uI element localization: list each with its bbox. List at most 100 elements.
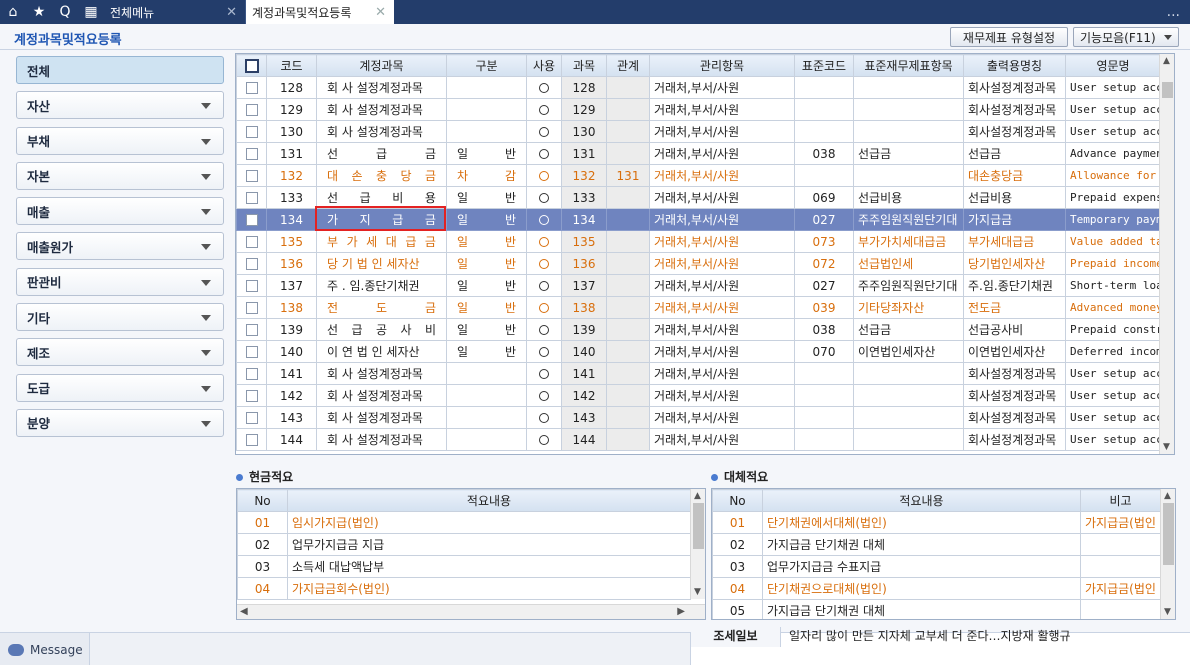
row-checkbox-cell[interactable] [236,384,267,407]
account-cell[interactable]: 선급금 [316,142,447,165]
row-checkbox[interactable] [245,236,258,248]
std-item-cell[interactable] [853,76,964,99]
menu-grid-icon[interactable]: ▦ [78,0,104,24]
code-cell[interactable]: 135 [266,230,317,253]
std-code-cell[interactable]: 069 [794,186,854,209]
table-row[interactable]: 139 선 급 공 사 비 일 반 139 거래처,부서/사원 038 선급금 선급공사비 Prepaid… [236,318,1161,341]
row-checkbox[interactable] [245,170,258,182]
memo-text[interactable]: 단기채권에서대체(법인) [762,511,1081,534]
english-name-cell[interactable]: Value added tax [1065,230,1161,253]
account-cell[interactable]: 당 기 법 인 세자산 [316,252,447,275]
std-code-cell[interactable]: 070 [794,340,854,363]
relation-cell[interactable] [606,406,650,429]
relation-cell[interactable] [606,230,650,253]
use-cell[interactable] [526,208,562,231]
print-name-cell[interactable]: 가지급금 [963,208,1066,231]
list-item[interactable]: 04 단기채권으로대체(법인) 가지급금(법인 [712,577,1161,600]
print-name-cell[interactable]: 부가세대급금 [963,230,1066,253]
code-cell[interactable]: 140 [266,340,317,363]
memo-note[interactable]: 가지급금(법인 [1080,577,1161,600]
memo-text[interactable]: 업무가지급금 지급 [287,533,691,556]
use-cell[interactable] [526,186,562,209]
memo-note[interactable] [1080,599,1161,619]
column-header[interactable]: 적요내용 [287,489,691,512]
more-icon[interactable]: ... [1157,0,1190,24]
use-cell[interactable] [526,274,562,297]
management-cell[interactable]: 거래처,부서/사원 [649,230,795,253]
std-code-cell[interactable]: 072 [794,252,854,275]
account-cell[interactable]: 이 연 법 인 세자산 [316,340,447,363]
print-name-cell[interactable]: 대손충당금 [963,164,1066,187]
management-cell[interactable]: 거래처,부서/사원 [649,406,795,429]
code-cell[interactable]: 131 [266,142,317,165]
english-name-cell[interactable]: Allowance for d [1065,164,1161,187]
select-all-header[interactable] [236,54,267,77]
use-cell[interactable] [526,428,562,451]
select-all-checkbox[interactable] [244,58,259,73]
row-checkbox-cell[interactable] [236,406,267,429]
list-item[interactable]: 01 단기채권에서대체(법인) 가지급금(법인 [712,511,1161,534]
scroll-up-icon[interactable]: ▲ [1164,491,1171,501]
code-cell[interactable]: 134 [266,208,317,231]
scroll-up-icon[interactable]: ▲ [694,491,701,501]
code-cell[interactable]: 133 [266,186,317,209]
use-cell[interactable] [526,384,562,407]
subject-cell[interactable]: 131 [561,142,607,165]
std-code-cell[interactable]: 038 [794,142,854,165]
row-checkbox[interactable] [245,104,258,116]
relation-cell[interactable] [606,362,650,385]
std-code-cell[interactable] [794,98,854,121]
management-cell[interactable]: 거래처,부서/사원 [649,384,795,407]
relation-cell[interactable] [606,76,650,99]
print-name-cell[interactable]: 당기법인세자산 [963,252,1066,275]
memo-text[interactable]: 가지급금 단기채권 대체 [762,533,1081,556]
std-item-cell[interactable] [853,384,964,407]
code-cell[interactable]: 129 [266,98,317,121]
english-name-cell[interactable]: Temporary payme [1065,208,1161,231]
code-cell[interactable]: 138 [266,296,317,319]
type-cell[interactable]: 차감 [446,164,527,187]
row-checkbox[interactable] [245,280,258,292]
column-header[interactable]: 계정과목 [316,54,447,77]
relation-cell[interactable] [606,142,650,165]
code-cell[interactable]: 137 [266,274,317,297]
account-cell[interactable]: 전도금 [316,296,447,319]
table-row[interactable]: 138 전 도 금 일 반 138 거래처,부서/사원 039 기타당좌자산 전도금 Advanced… [236,296,1161,319]
std-code-cell[interactable] [794,76,854,99]
scroll-right-icon[interactable]: ▶ [677,606,685,617]
table-row[interactable]: 131 선 급 금 일 반 131 거래처,부서/사원 038 선급금 선급금 Advance pay… [236,142,1161,165]
account-cell[interactable]: 회 사 설정계정과목 [316,428,447,451]
column-header[interactable]: 사용 [526,54,562,77]
subject-cell[interactable]: 132 [561,164,607,187]
relation-cell[interactable] [606,252,650,275]
print-name-cell[interactable]: 회사설정계정과목 [963,362,1066,385]
row-checkbox[interactable] [245,214,258,226]
std-item-cell[interactable]: 기타당좌자산 [853,296,964,319]
row-checkbox[interactable] [245,82,258,94]
subject-cell[interactable]: 137 [561,274,607,297]
management-cell[interactable]: 거래처,부서/사원 [649,76,795,99]
type-cell[interactable]: 일반 [446,252,527,275]
relation-cell[interactable]: 131 [606,164,650,187]
sidebar-item[interactable]: 매출원가 [16,232,224,261]
print-name-cell[interactable]: 선급공사비 [963,318,1066,341]
management-cell[interactable]: 거래처,부서/사원 [649,252,795,275]
tab-account-registration[interactable]: 계정과목및적요등록 ✕ [246,0,394,24]
row-checkbox-cell[interactable] [236,340,267,363]
code-cell[interactable]: 130 [266,120,317,143]
report-type-button[interactable]: 재무제표 유형설정 [950,27,1068,47]
tab-all-menu[interactable]: 전체메뉴 ✕ [104,0,246,24]
management-cell[interactable]: 거래처,부서/사원 [649,340,795,363]
code-cell[interactable]: 139 [266,318,317,341]
management-cell[interactable]: 거래처,부서/사원 [649,164,795,187]
subject-cell[interactable]: 141 [561,362,607,385]
list-item[interactable]: 01 임시가지급(법인) [237,511,691,534]
account-cell[interactable]: 선급공사비 [316,318,447,341]
std-item-cell[interactable]: 주주임원직원단기대 [853,208,964,231]
row-checkbox[interactable] [245,412,258,424]
print-name-cell[interactable]: 회사설정계정과목 [963,406,1066,429]
sidebar-item[interactable]: 판관비 [16,267,224,296]
vertical-scrollbar[interactable]: ▲ ▼ [1159,54,1174,454]
close-icon[interactable]: ✕ [226,5,237,20]
account-cell[interactable]: 회 사 설정계정과목 [316,98,447,121]
